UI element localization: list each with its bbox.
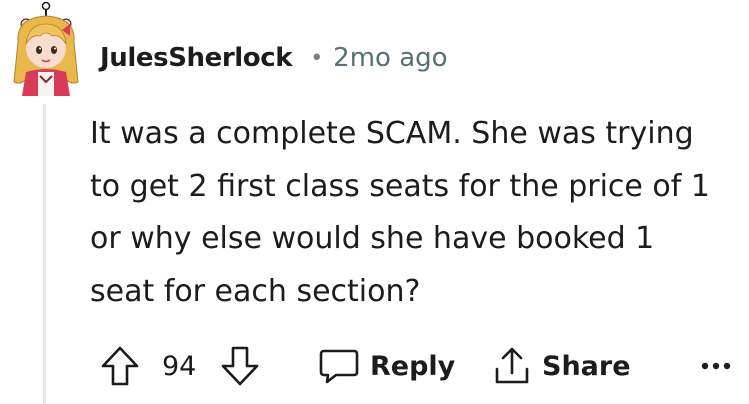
comment-header: JulesSherlock • 2mo ago bbox=[100, 36, 448, 80]
vote-score: 94 bbox=[162, 350, 197, 382]
avatar-image bbox=[13, 1, 79, 96]
comment-line: or why else would she have booked 1 bbox=[90, 221, 655, 256]
reply-label: Reply bbox=[370, 350, 456, 382]
avatar[interactable] bbox=[4, 1, 90, 98]
comment-line: seat for each section? bbox=[90, 273, 421, 309]
upvote-button[interactable] bbox=[100, 340, 140, 392]
speech-bubble-icon bbox=[319, 349, 359, 384]
comment-line: It was a complete SCAM. She was trying bbox=[90, 116, 694, 151]
share-icon bbox=[495, 347, 529, 384]
arrow-down-icon bbox=[221, 346, 259, 386]
share-button[interactable]: Share bbox=[492, 340, 631, 392]
downvote-button[interactable] bbox=[220, 340, 260, 392]
arrow-up-icon bbox=[101, 346, 139, 386]
comment-body: It was a complete SCAM. She was trying t… bbox=[90, 108, 740, 318]
comment-line: to get 2 first class seats for the price… bbox=[90, 168, 710, 204]
username-link[interactable]: JulesSherlock bbox=[100, 43, 293, 73]
more-options-button[interactable] bbox=[700, 340, 732, 392]
share-label: Share bbox=[542, 350, 631, 382]
reply-button[interactable]: Reply bbox=[318, 340, 455, 392]
meta-separator: • bbox=[310, 45, 324, 71]
ellipsis-icon bbox=[701, 362, 731, 370]
timestamp[interactable]: 2mo ago bbox=[333, 43, 447, 73]
comment-action-bar: 94 Reply Share bbox=[0, 340, 749, 392]
